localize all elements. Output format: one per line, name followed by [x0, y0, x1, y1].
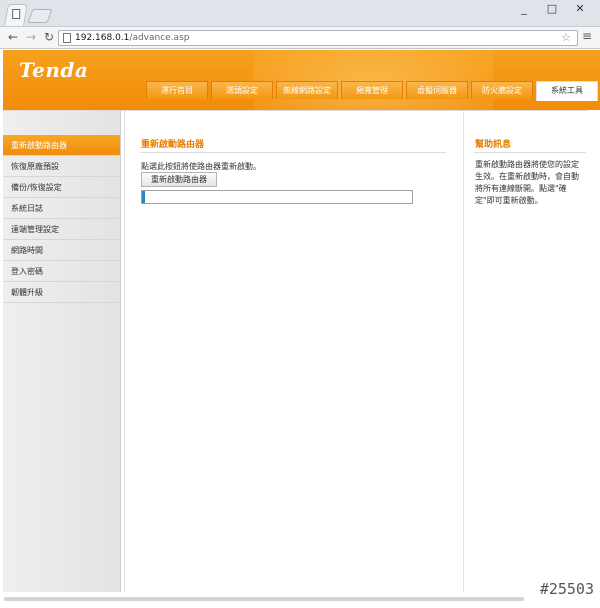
sidebar-item-system-log[interactable]: 系統日誌 — [3, 198, 120, 219]
help-panel: 幫助訊息 重新啟動路由器將使您的設定生效。在重新啟動時，會自動將所有連線斷開。點… — [465, 111, 588, 592]
sidebar-item-login-password[interactable]: 登入密碼 — [3, 261, 120, 282]
instruction-text: 點選此按鈕將使路由器重新啟動。 — [141, 162, 261, 171]
sidebar-item-factory-reset[interactable]: 恢復原廠預設 — [3, 156, 120, 177]
reboot-button[interactable]: 重新啟動路由器 — [141, 172, 217, 187]
bookmark-star-icon[interactable]: ☆ — [561, 31, 571, 44]
reload-icon[interactable]: ↻ — [42, 30, 56, 44]
page-icon — [12, 9, 21, 19]
help-title: 幫助訊息 — [475, 140, 512, 150]
horizontal-scrollbar[interactable] — [4, 597, 524, 601]
minimize-icon[interactable]: _ — [518, 2, 530, 15]
nav-tab-firewall[interactable]: 防火牆設定 — [471, 81, 533, 99]
nav-tab-basic[interactable]: 選頭設定 — [211, 81, 273, 99]
sidebar-item-remote-management[interactable]: 遠端管理設定 — [3, 219, 120, 240]
sidebar-item-backup-restore[interactable]: 備份/恢復設定 — [3, 177, 120, 198]
page-icon — [63, 33, 71, 43]
main-nav: 運行首目 選頭設定 無線網路設定 頻寬管理 虛擬伺服器 防火牆設定 系統工具 — [146, 81, 600, 101]
tenda-logo: Tenda — [19, 58, 89, 82]
help-text: 重新啟動路由器將使您的設定生效。在重新啟動時，會自動將所有連線斷開。點選"確定"… — [475, 160, 579, 205]
url-path: /advance.asp — [129, 33, 190, 43]
sidebar: 重新啟動路由器 恢復原廠預設 備份/恢復設定 系統日誌 遠端管理設定 網路時間 … — [3, 111, 121, 592]
url-host: 192.168.0.1 — [75, 33, 130, 43]
nav-tab-system-tools[interactable]: 系統工具 — [536, 81, 598, 101]
nav-tab-wireless[interactable]: 無線網路設定 — [276, 81, 338, 99]
page-title: 重新啟動路由器 — [141, 140, 205, 150]
new-tab-button[interactable] — [27, 9, 53, 23]
reboot-progress-bar — [141, 190, 413, 204]
sidebar-item-network-time[interactable]: 網路時間 — [3, 240, 120, 261]
router-header: Tenda 運行首目 選頭設定 無線網路設定 頻寬管理 虛擬伺服器 防火牆設定 … — [3, 50, 600, 110]
divider — [140, 152, 446, 153]
maximize-icon[interactable]: □ — [546, 2, 558, 15]
nav-tab-status[interactable]: 運行首目 — [146, 81, 208, 99]
divider — [474, 152, 586, 153]
main-panel: 重新啟動路由器 點選此按鈕將使路由器重新啟動。 重新啟動路由器 — [124, 111, 464, 592]
close-icon[interactable]: ✕ — [574, 2, 586, 15]
nav-tab-virtual-server[interactable]: 虛擬伺服器 — [406, 81, 468, 99]
progress-fill — [142, 191, 145, 203]
menu-icon[interactable]: ≡ — [582, 29, 592, 43]
watermark: #25503 — [539, 580, 594, 598]
address-bar[interactable]: 192.168.0.1 /advance.asp ☆ — [58, 30, 578, 46]
nav-tab-bandwidth[interactable]: 頻寬管理 — [341, 81, 403, 99]
browser-toolbar: ← → ↻ 192.168.0.1 /advance.asp ☆ ≡ — [0, 27, 600, 49]
browser-tab[interactable] — [4, 4, 28, 26]
forward-icon[interactable]: → — [24, 30, 38, 44]
browser-titlebar: _ □ ✕ — [0, 0, 600, 27]
sidebar-item-reboot[interactable]: 重新啟動路由器 — [3, 135, 120, 156]
sidebar-item-firmware-upgrade[interactable]: 韌體升級 — [3, 282, 120, 303]
back-icon[interactable]: ← — [6, 30, 20, 44]
